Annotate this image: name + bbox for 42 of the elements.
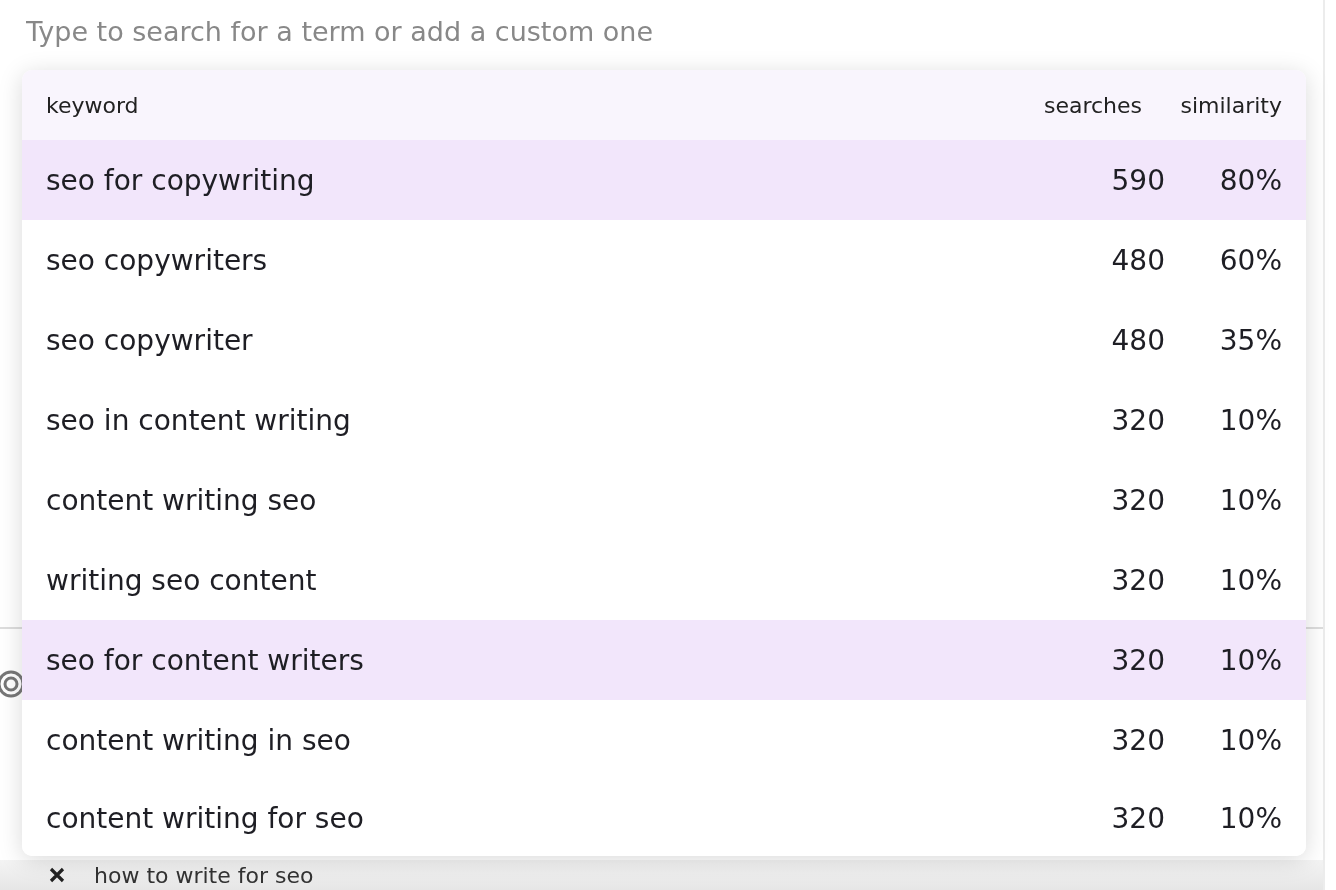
searches-cell-text: 320 (1110, 643, 1165, 677)
similarity-cell-text: 10% (1218, 723, 1282, 757)
searches-cell-text: 320 (1110, 563, 1165, 597)
searches-cell-text: 480 (1110, 323, 1165, 357)
keyword-cell-text: seo copywriter (46, 323, 254, 357)
searches-cell-text: 480 (1110, 243, 1165, 277)
remove-icon[interactable] (48, 866, 66, 884)
keyword-cell-text: content writing in seo (46, 723, 352, 757)
similarity-cell-text: 60% (1218, 243, 1282, 277)
similarity-cell-text: 10% (1218, 801, 1282, 835)
keyword-cell-text: seo in content writing (46, 403, 352, 437)
searches-cell-text: 320 (1110, 403, 1165, 437)
similarity-cell-text: 10% (1218, 563, 1282, 597)
suggestion-row[interactable]: seo for content writers 320 10% (22, 620, 1306, 700)
keyword-cell-text: seo for content writers (46, 643, 365, 677)
keyword-cell-text: seo copywriters (46, 243, 269, 277)
suggestion-row[interactable]: seo copywriter 480 35% (22, 300, 1306, 380)
suggestion-row[interactable]: seo for copywriting 590 80% (22, 140, 1306, 220)
keyword-cell-text: content writing for seo (46, 801, 365, 835)
keyword-cell-text: seo for copywriting (46, 163, 316, 197)
similarity-cell-text: 10% (1218, 403, 1282, 437)
similarity-cell-text: 80% (1218, 163, 1282, 197)
keyword-cell-text: content writing seo (46, 483, 318, 517)
suggestion-row[interactable]: content writing seo 320 10% (22, 460, 1306, 540)
term-label: how to write for seo (94, 862, 314, 888)
searches-cell-text: 590 (1110, 163, 1165, 197)
suggestion-row[interactable]: writing seo content 320 10% (22, 540, 1306, 620)
similarity-cell-text: 35% (1218, 323, 1282, 357)
keyword-cell-text: writing seo content (46, 563, 318, 597)
column-header: similarity (1179, 92, 1282, 118)
suggestion-row[interactable]: seo copywriters 480 60% (22, 220, 1306, 300)
suggestion-row[interactable]: content writing for seo 320 10% (22, 780, 1306, 856)
column-header: searches (1042, 92, 1142, 118)
similarity-cell-text: 10% (1218, 483, 1282, 517)
searches-cell-text: 320 (1110, 723, 1165, 757)
suggestion-row[interactable]: content writing in seo 320 10% (22, 700, 1306, 780)
search-field[interactable]: Type to search for a term or add a custom one (0, 0, 1323, 63)
searches-cell-text: 320 (1110, 801, 1165, 835)
similarity-cell-text: 10% (1218, 643, 1282, 677)
column-header: keyword (46, 92, 140, 118)
suggestion-row[interactable]: seo in content writing 320 10% (22, 380, 1306, 460)
searches-cell-text: 320 (1110, 483, 1165, 517)
